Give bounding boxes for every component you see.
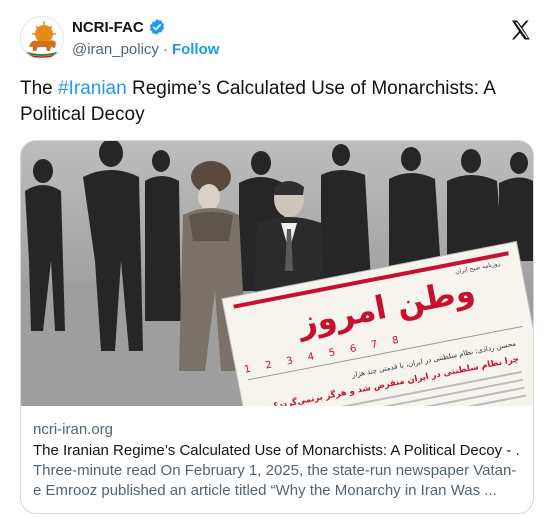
tweet: NCRI-FAC @iran_policy · Follow The #Iran…	[0, 0, 551, 519]
hashtag-link[interactable]: #Iranian	[58, 78, 127, 99]
tweet-text-start: The	[20, 78, 59, 99]
handle-row: @iran_policy · Follow	[72, 41, 219, 58]
card-title[interactable]: The Iranian Regime’s Calculated Use of M…	[33, 442, 521, 459]
card-image[interactable]: وطن امروز روزنامه صبح ایران 1 2 3 4 5 6 …	[21, 141, 533, 406]
card-description: Three-minute read On February 1, 2025, t…	[33, 462, 517, 499]
tweet-text: The #Iranian Regime’s Calculated Use of …	[20, 76, 520, 128]
follow-button[interactable]: Follow	[172, 41, 220, 58]
x-logo-icon[interactable]	[509, 18, 533, 42]
name-row: NCRI-FAC	[72, 18, 166, 36]
card-domain[interactable]: ncri-iran.org	[33, 421, 521, 438]
lion-and-sun-emblem-icon	[26, 21, 58, 58]
separator-dot: ·	[162, 41, 168, 58]
photo-illustration: وطن امروز روزنامه صبح ایران 1 2 3 4 5 6 …	[21, 141, 533, 406]
card-meta: ncri-iran.org The Iranian Regime’s Calcu…	[33, 421, 521, 501]
handle[interactable]: @iran_policy	[72, 41, 159, 58]
tweet-header: NCRI-FAC @iran_policy · Follow	[20, 14, 537, 66]
avatar[interactable]	[20, 16, 64, 60]
link-card[interactable]: وطن امروز روزنامه صبح ایران 1 2 3 4 5 6 …	[20, 140, 534, 514]
verified-badge-icon	[149, 19, 164, 35]
display-name[interactable]: NCRI-FAC	[72, 19, 144, 36]
